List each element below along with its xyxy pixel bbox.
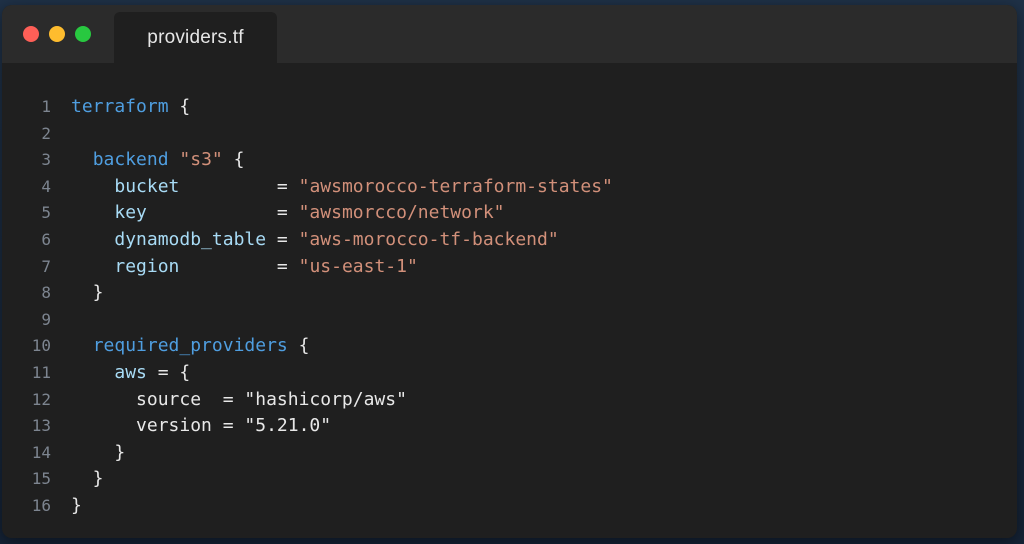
- code-line: 13 version = "5.21.0": [2, 413, 331, 440]
- line-content: backend "s3" {: [71, 147, 245, 174]
- code-token: }: [71, 282, 104, 304]
- code-token: }: [71, 441, 126, 463]
- code-line: 12 source = "hashicorp/aws": [2, 387, 407, 414]
- line-content: aws = {: [71, 360, 190, 387]
- line-number: 5: [41, 203, 51, 223]
- line-number: 3: [41, 150, 51, 170]
- code-token: "aws-morocco-tf-backend": [298, 228, 559, 250]
- code-token: "s3": [179, 149, 223, 171]
- code-token: required_providers: [92, 335, 288, 357]
- code-line: 6 dynamodb_table = "aws-morocco-tf-backe…: [2, 227, 558, 254]
- code-token: = {: [146, 361, 191, 383]
- code-token: {: [287, 335, 310, 357]
- line-number: 13: [31, 416, 51, 436]
- code-line: 14 }: [2, 440, 125, 467]
- code-line: 11 aws = {: [2, 360, 191, 387]
- code-token: =: [146, 202, 299, 224]
- code-token: terraform: [71, 96, 169, 117]
- code-line: 7 region = "us-east-1": [2, 254, 417, 281]
- minimize-dot[interactable]: [49, 26, 65, 42]
- code-token: {: [168, 96, 191, 117]
- code-token: backend: [92, 149, 169, 171]
- code-line: 1 terraform {: [2, 94, 190, 121]
- window-controls: [23, 26, 91, 42]
- line-number: 14: [31, 442, 51, 462]
- line-content: }: [71, 280, 104, 307]
- line-content: region = "us-east-1": [71, 254, 418, 281]
- line-content: terraform {: [71, 94, 190, 121]
- code-line: 16}: [2, 493, 82, 520]
- line-number: 6: [41, 229, 51, 249]
- tab-label: providers.tf: [147, 26, 244, 48]
- line-content: bucket = "awsmorocco-terraform-states": [71, 174, 613, 201]
- code-token: }: [71, 494, 82, 516]
- line-number: 8: [41, 283, 51, 303]
- line-number: 10: [31, 336, 51, 356]
- close-dot[interactable]: [23, 26, 39, 42]
- line-number: 11: [31, 362, 51, 382]
- line-number: 16: [31, 495, 51, 515]
- code-line: 15 }: [2, 466, 104, 493]
- code-line: 10 required_providers {: [2, 333, 310, 360]
- line-number: 12: [31, 389, 51, 409]
- line-number: 2: [41, 123, 51, 143]
- line-number: 4: [41, 176, 51, 196]
- code-token: dynamodb_table: [114, 228, 267, 250]
- line-content: version = "5.21.0": [71, 413, 331, 440]
- code-token: key: [114, 202, 147, 224]
- code-token: =: [179, 175, 299, 197]
- code-line: 4 bucket = "awsmorocco-terraform-states": [2, 174, 613, 201]
- line-number: 9: [41, 309, 51, 329]
- code-token: source = "hashicorp/aws": [71, 388, 407, 410]
- code-line: 9: [2, 307, 51, 334]
- code-token: "us-east-1": [298, 255, 418, 277]
- code-token: =: [179, 255, 299, 277]
- backdrop: providers.tf 1 terraform {2 3 backend "s3"…: [0, 0, 1024, 544]
- line-number: 15: [31, 469, 51, 489]
- code-token: bucket: [114, 175, 180, 197]
- code-token: "awsmorocco-terraform-states": [298, 175, 613, 197]
- code-line: 5 key = "awsmorcco/network": [2, 200, 504, 227]
- line-content: required_providers {: [71, 333, 310, 360]
- code-window: providers.tf 1 terraform {2 3 backend "s3"…: [2, 5, 1017, 538]
- code-token: version = "5.21.0": [71, 415, 332, 437]
- line-content: key = "awsmorcco/network": [71, 200, 505, 227]
- code-token: aws: [114, 361, 147, 383]
- line-content: }: [71, 466, 104, 493]
- zoom-dot[interactable]: [75, 26, 91, 42]
- code-token: region: [114, 255, 180, 277]
- line-number: 7: [41, 256, 51, 276]
- code-block: 1 terraform {2 3 backend "s3" {4 bucket = …: [2, 94, 613, 520]
- code-editor[interactable]: 1 terraform {2 3 backend "s3" {4 bucket = …: [2, 63, 1017, 538]
- title-bar: providers.tf: [2, 5, 1017, 63]
- line-content: dynamodb_table = "aws-morocco-tf-backend…: [71, 227, 559, 254]
- line-content: }: [71, 440, 125, 467]
- code-line: 3 backend "s3" {: [2, 147, 244, 174]
- code-token: {: [222, 149, 245, 171]
- code-token: "awsmorcco/network": [298, 202, 505, 224]
- code-token: }: [71, 468, 104, 490]
- tab-providers-tf[interactable]: providers.tf: [114, 12, 277, 63]
- line-content: source = "hashicorp/aws": [71, 387, 407, 414]
- line-number: 1: [41, 97, 51, 116]
- code-line: 8 }: [2, 280, 103, 307]
- code-token: =: [266, 228, 299, 250]
- line-content: }: [71, 493, 82, 520]
- code-line: 2: [2, 121, 51, 148]
